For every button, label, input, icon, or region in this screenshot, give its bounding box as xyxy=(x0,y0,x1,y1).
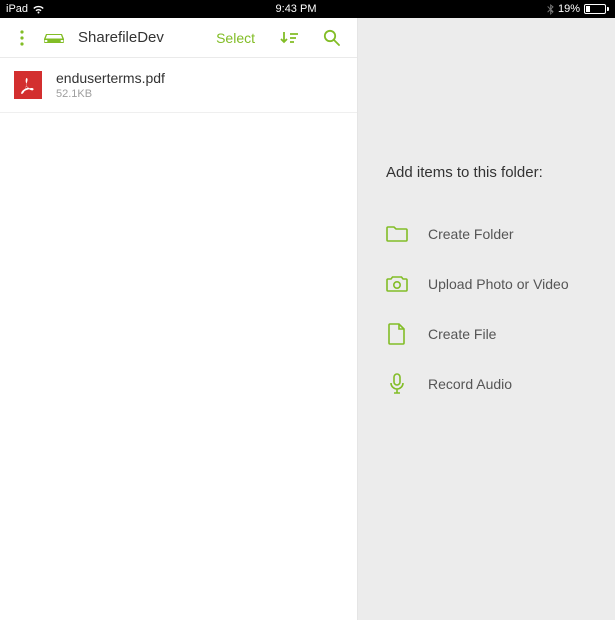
create-folder-action[interactable]: Create Folder xyxy=(358,209,615,259)
battery-icon xyxy=(584,4,609,14)
file-list: enduserterms.pdf 52.1KB xyxy=(0,58,357,620)
left-pane: SharefileDev Select enduserterms.pdf 52.… xyxy=(0,18,358,620)
search-icon[interactable] xyxy=(319,26,343,50)
folder-icon xyxy=(386,223,408,245)
folder-title: SharefileDev xyxy=(74,29,202,46)
upload-photo-action[interactable]: Upload Photo or Video xyxy=(358,259,615,309)
actions-list: Create Folder Upload Photo or Video Crea… xyxy=(358,209,615,409)
file-size: 52.1KB xyxy=(56,88,165,100)
pdf-icon xyxy=(14,71,42,99)
action-label: Create Folder xyxy=(428,226,514,242)
toolbar: SharefileDev Select xyxy=(0,18,357,58)
file-icon xyxy=(386,323,408,345)
battery-percent: 19% xyxy=(558,3,580,15)
status-left: iPad xyxy=(6,3,45,15)
panel-title: Add items to this folder: xyxy=(358,18,615,209)
camera-icon xyxy=(386,273,408,295)
select-button[interactable]: Select xyxy=(210,30,261,46)
more-menu-icon[interactable] xyxy=(10,26,34,50)
app-body: SharefileDev Select enduserterms.pdf 52.… xyxy=(0,18,615,620)
device-label: iPad xyxy=(6,3,28,15)
action-label: Record Audio xyxy=(428,376,512,392)
status-time: 9:43 PM xyxy=(45,3,547,15)
bluetooth-icon xyxy=(547,4,554,15)
record-audio-action[interactable]: Record Audio xyxy=(358,359,615,409)
action-label: Upload Photo or Video xyxy=(428,276,569,292)
wifi-icon xyxy=(32,4,45,14)
sort-icon[interactable] xyxy=(277,26,301,50)
drive-icon[interactable] xyxy=(42,26,66,50)
file-meta: enduserterms.pdf 52.1KB xyxy=(56,70,165,100)
mic-icon xyxy=(386,373,408,395)
status-right: 19% xyxy=(547,3,609,15)
file-item[interactable]: enduserterms.pdf 52.1KB xyxy=(0,58,357,113)
status-bar: iPad 9:43 PM 19% xyxy=(0,0,615,18)
file-name: enduserterms.pdf xyxy=(56,70,165,86)
action-label: Create File xyxy=(428,326,496,342)
right-pane: Add items to this folder: Create Folder … xyxy=(358,18,615,620)
create-file-action[interactable]: Create File xyxy=(358,309,615,359)
